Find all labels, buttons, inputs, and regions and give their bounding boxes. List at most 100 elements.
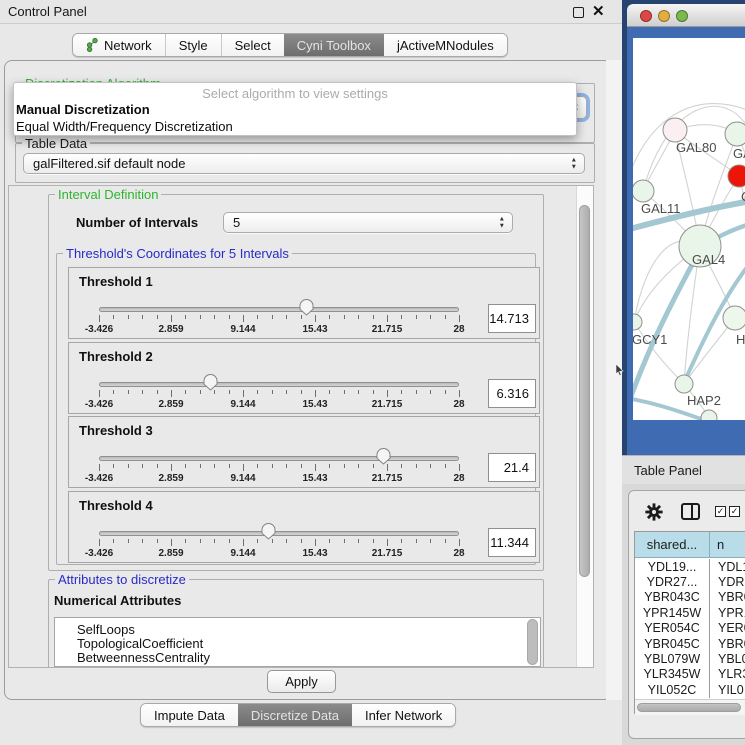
table-cell[interactable]: YDR27... bbox=[635, 574, 710, 589]
table-cell[interactable]: YIL0 bbox=[711, 682, 745, 697]
checkbox-icon[interactable]: ✓ bbox=[729, 506, 740, 517]
threshold-value-field[interactable]: 21.4 bbox=[488, 453, 536, 482]
slider-tick bbox=[286, 464, 287, 468]
h-scrollbar-track[interactable] bbox=[635, 699, 745, 715]
tab-impute-data[interactable]: Impute Data bbox=[141, 704, 238, 726]
table-cell[interactable]: YLR3 bbox=[711, 667, 745, 682]
close-traffic-light-icon[interactable] bbox=[640, 10, 652, 22]
slider-track[interactable] bbox=[99, 382, 459, 387]
slider-thumb[interactable] bbox=[261, 523, 276, 540]
slider-tick-label: 15.43 bbox=[289, 473, 341, 484]
list-scrollbar[interactable] bbox=[527, 619, 538, 665]
slider-thumb[interactable] bbox=[203, 374, 218, 391]
slider-tick bbox=[185, 390, 186, 394]
apply-button-label: Apply bbox=[285, 674, 318, 689]
slider-tick-label: 21.715 bbox=[361, 548, 413, 559]
attribute-item[interactable]: SelfLoops bbox=[77, 622, 135, 636]
slider-tick bbox=[286, 539, 287, 543]
slider-track[interactable] bbox=[99, 531, 459, 536]
attribute-item[interactable]: TopologicalCoefficient bbox=[77, 636, 203, 650]
slider-tick bbox=[387, 390, 388, 397]
popup-item-equal-width-frequency-discretization[interactable]: Equal Width/Frequency Discretization bbox=[16, 119, 576, 136]
network-node[interactable] bbox=[728, 165, 745, 187]
network-canvas[interactable]: GAL80GACGAL11GAL4HGCY1HAP2 bbox=[633, 38, 745, 420]
network-node-label: GAL4 bbox=[692, 252, 725, 267]
network-node-label: HAP2 bbox=[687, 393, 721, 408]
slider-tick bbox=[243, 539, 244, 546]
table-cell[interactable]: YLR345W bbox=[635, 667, 710, 682]
slider-thumb[interactable] bbox=[299, 299, 314, 316]
table-cell[interactable]: YBR045C bbox=[635, 636, 710, 651]
slider-tick bbox=[171, 464, 172, 471]
table-cell[interactable]: YBL079W bbox=[635, 651, 710, 666]
slider-track[interactable] bbox=[99, 456, 459, 461]
checkbox-icon[interactable]: ✓ bbox=[715, 506, 726, 517]
node-table[interactable]: shared...nYDL19...YDL1YDR27...YDR2YBR043… bbox=[634, 531, 745, 714]
table-panel-container: ✓ ✓ shared...nYDL19...YDL1YDR27...YDR2YB… bbox=[628, 490, 745, 739]
slider-tick bbox=[329, 315, 330, 319]
table-cell[interactable]: YPR1 bbox=[711, 605, 745, 620]
tab-network[interactable]: Network bbox=[73, 34, 165, 56]
tab-style[interactable]: Style bbox=[165, 34, 221, 56]
table-cell[interactable]: YBR0 bbox=[711, 590, 745, 605]
threshold-value-field[interactable]: 6.316 bbox=[488, 379, 536, 408]
table-cell[interactable]: YDR2 bbox=[711, 574, 745, 589]
network-node[interactable] bbox=[633, 180, 654, 202]
slider-track[interactable] bbox=[99, 307, 459, 312]
network-node[interactable] bbox=[701, 410, 717, 420]
slider-tick-label: 9.144 bbox=[217, 399, 269, 410]
slider-tick bbox=[229, 464, 230, 468]
tab-select[interactable]: Select bbox=[221, 34, 284, 56]
popup-item-manual-discretization[interactable]: Manual Discretization bbox=[16, 102, 576, 119]
network-node[interactable] bbox=[723, 306, 745, 330]
slider-tick-label: 15.43 bbox=[289, 548, 341, 559]
slider-tick bbox=[416, 464, 417, 468]
threshold-value-field[interactable]: 11.344 bbox=[488, 528, 536, 557]
number-of-intervals-combobox[interactable]: 5 ▲▼ bbox=[223, 212, 513, 233]
table-cell[interactable]: YER054C bbox=[635, 621, 710, 636]
minimize-traffic-light-icon[interactable] bbox=[658, 10, 670, 22]
column-header-1[interactable]: shared... bbox=[635, 532, 710, 558]
slider-tick bbox=[387, 315, 388, 322]
table-cell[interactable]: YBL0 bbox=[711, 651, 745, 666]
table-data-combobox[interactable]: galFiltered.sif default node ▲▼ bbox=[23, 153, 585, 174]
tab-label: Discretize Data bbox=[251, 708, 339, 723]
slider-tick bbox=[128, 315, 129, 319]
tab-infer-network[interactable]: Infer Network bbox=[352, 704, 455, 726]
column-header-2[interactable]: n bbox=[710, 532, 745, 558]
split-table-icon[interactable] bbox=[681, 503, 700, 520]
close-icon[interactable]: ✕ bbox=[592, 2, 605, 20]
network-node[interactable] bbox=[675, 375, 693, 393]
slider-thumb[interactable] bbox=[376, 448, 391, 465]
slider-tick-label: 28 bbox=[433, 399, 485, 410]
slider-tick bbox=[358, 390, 359, 394]
network-graph: GAL80GACGAL11GAL4HGCY1HAP2 bbox=[633, 38, 745, 420]
table-cell[interactable]: YDL1 bbox=[711, 559, 745, 574]
zoom-traffic-light-icon[interactable] bbox=[676, 10, 688, 22]
gear-icon[interactable] bbox=[645, 503, 663, 521]
float-panel-icon[interactable] bbox=[573, 7, 584, 18]
network-node[interactable] bbox=[663, 118, 687, 142]
scrollbar-thumb[interactable] bbox=[579, 205, 590, 577]
network-node[interactable] bbox=[633, 314, 642, 330]
slider-tick bbox=[445, 464, 446, 468]
table-cell[interactable]: YPR145W bbox=[635, 605, 710, 620]
table-cell[interactable]: YBR043C bbox=[635, 590, 710, 605]
table-cell[interactable]: YER0 bbox=[711, 621, 745, 636]
tab-cyni-toolbox[interactable]: Cyni Toolbox bbox=[284, 34, 384, 56]
attribute-item[interactable]: BetweennessCentrality bbox=[77, 650, 210, 664]
tab-discretize-data[interactable]: Discretize Data bbox=[238, 704, 352, 726]
h-scrollbar-thumb[interactable] bbox=[637, 703, 741, 712]
apply-button[interactable]: Apply bbox=[267, 670, 336, 693]
tab-label: Cyni Toolbox bbox=[297, 38, 371, 53]
numerical-attributes-list[interactable]: SelfLoopsTopologicalCoefficientBetweenne… bbox=[54, 617, 541, 667]
scrollbar-track[interactable] bbox=[576, 186, 593, 667]
network-node[interactable] bbox=[725, 122, 745, 146]
table-cell[interactable]: YDL19... bbox=[635, 559, 710, 574]
table-cell[interactable]: YIL052C bbox=[635, 682, 710, 697]
table-cell[interactable]: YBR0 bbox=[711, 636, 745, 651]
slider-tick bbox=[171, 390, 172, 397]
slider-tick bbox=[445, 390, 446, 394]
tab-jactivemnodules[interactable]: jActiveMNodules bbox=[384, 34, 507, 56]
threshold-value-field[interactable]: 14.713 bbox=[488, 304, 536, 333]
